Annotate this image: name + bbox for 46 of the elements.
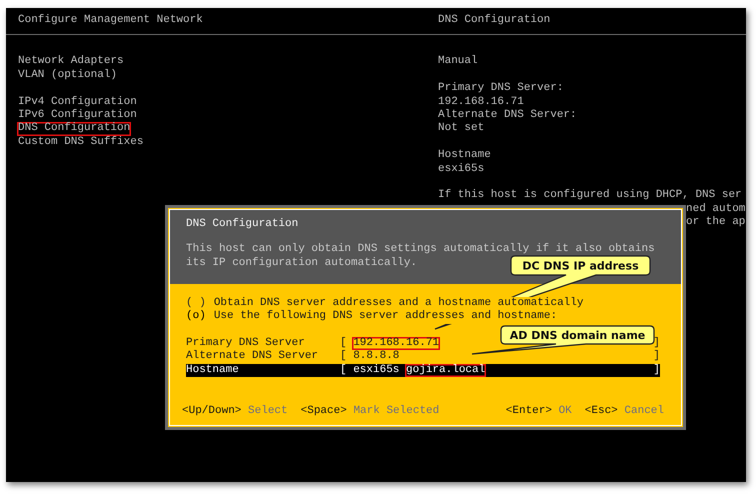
info-text: If this host is configured using DHCP, DNS ser (438, 189, 742, 203)
screen-title: Configure Management Network (18, 14, 203, 28)
field-label: Primary DNS Server (186, 336, 305, 350)
info-text: Not set (438, 122, 484, 136)
info-text: Hostname (438, 149, 491, 163)
menu-item[interactable]: IPv6 Configuration (18, 109, 137, 122)
option-label: Obtain DNS server addresses and a hostname automatically (214, 297, 584, 310)
option-label: Use the following DNS server addresses and hostname: (214, 310, 558, 324)
info-text: Manual (438, 55, 478, 69)
info-text: or the ap (686, 216, 746, 230)
key-hint: <Space> (300, 405, 347, 418)
callout: AD DNS domain name (471, 325, 655, 355)
dialog-description: This host can only obtain DNS settings automatically if it also obtains (186, 243, 655, 257)
info-text: Alternate DNS Server: (438, 109, 577, 122)
field-value: esxi65s (353, 364, 400, 378)
bracket: [ (340, 350, 347, 364)
bracket: [ (340, 336, 347, 350)
key-hint: <Up/Down> (182, 405, 242, 418)
field-label: Alternate DNS Server (186, 350, 318, 364)
info-text: ned autom (686, 202, 746, 216)
field-value: 192.168.16.71 (352, 336, 440, 350)
menu-item[interactable]: DNS Configuration (17, 122, 132, 136)
action-hint: Cancel (624, 405, 664, 418)
field-value: 8.8.8.8 (353, 350, 400, 364)
info-text: Primary DNS Server: (438, 82, 564, 96)
info-text: 192.168.16.71 (438, 96, 524, 109)
menu-item[interactable]: IPv4 Configuration (18, 96, 137, 110)
action-hint: Mark Selected (353, 405, 440, 418)
dialog-description: its IP configuration automatically. (186, 256, 418, 270)
radio-marker[interactable]: (o) (186, 310, 206, 324)
action-hint: Select (248, 405, 288, 418)
key-hint: <Enter> (506, 405, 552, 418)
field-label: Hostname (186, 364, 239, 378)
action-hint: OK (558, 405, 572, 418)
bracket: ] (653, 350, 660, 364)
menu-item[interactable]: Network Adapters (18, 55, 124, 69)
panel-title: DNS Configuration (438, 14, 550, 28)
menu-item[interactable]: Custom DNS Suffixes (18, 136, 144, 150)
key-hint: <Esc> (584, 405, 618, 418)
bracket: ] (653, 364, 660, 378)
bracket: ] (653, 336, 660, 350)
radio-marker[interactable]: ( ) (186, 297, 206, 310)
bracket: [ (340, 364, 347, 378)
dialog-title: DNS Configuration (186, 218, 298, 232)
info-text: esxi65s (438, 162, 484, 176)
menu-item[interactable]: VLAN (optional) (18, 68, 118, 82)
